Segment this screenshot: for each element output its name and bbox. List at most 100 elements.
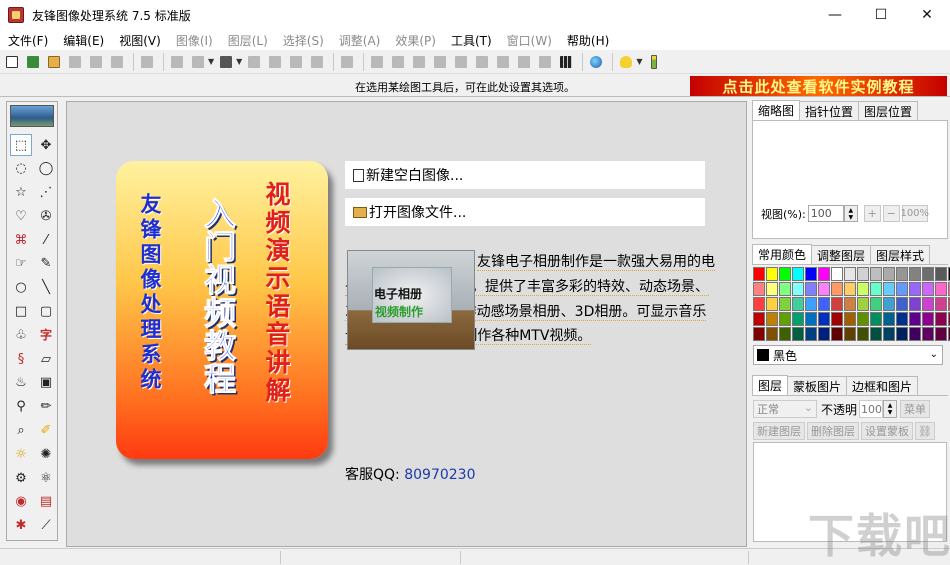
tab-layer-position[interactable]: 图层位置 <box>858 101 919 120</box>
color-swatch[interactable] <box>883 267 895 281</box>
color-swatch[interactable] <box>805 267 817 281</box>
color-swatch[interactable] <box>818 267 830 281</box>
color-swatch[interactable] <box>870 312 882 326</box>
color-swatch[interactable] <box>922 267 934 281</box>
color-swatch[interactable] <box>909 327 921 341</box>
line-icon[interactable]: ╲ <box>35 277 57 299</box>
color-swatch[interactable] <box>883 312 895 326</box>
copy-dropdown-icon[interactable]: ▼ <box>208 57 214 66</box>
color-swatch[interactable] <box>844 327 856 341</box>
sun-light-icon[interactable]: ☼ <box>10 443 32 465</box>
color-swatch[interactable] <box>857 327 869 341</box>
filter-5-icon[interactable] <box>452 53 470 71</box>
color-swatch[interactable] <box>922 312 934 326</box>
color-swatch[interactable] <box>909 297 921 311</box>
save-as-icon[interactable] <box>87 53 105 71</box>
menu-layer[interactable]: 图层(L) <box>224 32 272 49</box>
text-tool-icon[interactable]: 字 <box>35 324 57 346</box>
color-swatch[interactable] <box>935 267 947 281</box>
cut-icon[interactable] <box>168 53 186 71</box>
filter-7-icon[interactable] <box>494 53 512 71</box>
set-mask-button[interactable]: 设置蒙板 <box>861 422 913 440</box>
minimize-button[interactable]: — <box>812 0 858 30</box>
zoom-spinner[interactable]: ▲ ▼ <box>843 205 858 222</box>
tab-cursor-position[interactable]: 指针位置 <box>799 101 860 120</box>
filter-6-icon[interactable] <box>473 53 491 71</box>
color-swatch[interactable] <box>896 312 908 326</box>
color-swatch[interactable] <box>883 282 895 296</box>
color-swatch[interactable] <box>779 312 791 326</box>
color-swatch[interactable] <box>792 327 804 341</box>
eyedropper-icon[interactable]: ⚲ <box>10 396 32 418</box>
filter-2-icon[interactable] <box>389 53 407 71</box>
undo-icon[interactable] <box>338 53 356 71</box>
menu-image[interactable]: 图像(I) <box>172 32 217 49</box>
color-swatch[interactable] <box>896 297 908 311</box>
layer-menu-button[interactable]: 菜单 <box>900 400 931 418</box>
close-button[interactable]: ✕ <box>904 0 950 30</box>
help-icon[interactable] <box>617 53 635 71</box>
ellipse-select-icon[interactable]: ◌ <box>10 158 32 180</box>
effects-icon[interactable] <box>308 53 326 71</box>
rotate-icon[interactable] <box>266 53 284 71</box>
crop-icon[interactable] <box>287 53 305 71</box>
color-swatch[interactable] <box>844 312 856 326</box>
tab-layers[interactable]: 图层 <box>752 375 789 395</box>
color-swatch[interactable] <box>766 282 778 296</box>
gradient-icon[interactable]: ▣ <box>35 372 57 394</box>
filter-4-icon[interactable] <box>431 53 449 71</box>
color-swatch[interactable] <box>766 312 778 326</box>
color-swatch[interactable] <box>922 327 934 341</box>
globe-icon[interactable] <box>587 53 605 71</box>
color-swatch[interactable] <box>857 282 869 296</box>
ruler-icon[interactable]: ⟋ <box>35 515 57 537</box>
color-swatch[interactable] <box>818 282 830 296</box>
link-icon[interactable]: ⛓ <box>915 422 935 440</box>
tutorial-video-card[interactable]: 友锋图像处理系统 入门视频教程 视频演示语音讲解 <box>116 161 328 459</box>
color-swatch[interactable] <box>844 297 856 311</box>
help-dropdown-icon[interactable]: ▼ <box>636 57 642 66</box>
color-swatch[interactable] <box>766 327 778 341</box>
color-swatch[interactable] <box>857 297 869 311</box>
transform-tool-icon[interactable]: ⚙ <box>10 467 32 489</box>
blend-mode-select[interactable]: 正常 <box>753 400 817 418</box>
color-swatch[interactable] <box>753 312 765 326</box>
menu-view[interactable]: 视图(V) <box>115 32 165 49</box>
curve-icon[interactable]: ♧ <box>10 324 32 346</box>
opacity-input[interactable]: 100 <box>859 400 884 418</box>
copy-icon[interactable] <box>189 53 207 71</box>
color-swatch[interactable] <box>935 297 947 311</box>
move-icon[interactable]: ✥ <box>35 134 57 156</box>
color-swatch[interactable] <box>857 312 869 326</box>
tab-border-image[interactable]: 边框和图片 <box>846 376 919 395</box>
color-swatch[interactable] <box>818 297 830 311</box>
color-swatch[interactable] <box>805 282 817 296</box>
tab-common-colors[interactable]: 常用颜色 <box>752 244 813 264</box>
free-select-icon[interactable]: ♡ <box>10 205 32 227</box>
tab-layer-style[interactable]: 图层样式 <box>870 245 931 264</box>
color-swatch[interactable] <box>844 282 856 296</box>
color-swatch[interactable] <box>857 267 869 281</box>
color-swatch[interactable] <box>935 312 947 326</box>
color-swatch[interactable] <box>753 267 765 281</box>
album-product-thumbnail[interactable]: 电子相册 视频制作 <box>347 250 475 350</box>
batch-icon[interactable] <box>108 53 126 71</box>
color-swatch[interactable] <box>805 297 817 311</box>
filter-1-icon[interactable] <box>368 53 386 71</box>
color-swatch[interactable] <box>935 282 947 296</box>
color-swatch[interactable] <box>870 327 882 341</box>
color-swatch[interactable] <box>844 267 856 281</box>
color-swatch[interactable] <box>909 282 921 296</box>
service-qq-number[interactable]: 80970230 <box>404 467 475 483</box>
open-folder-icon[interactable] <box>45 53 63 71</box>
effect-brush-icon[interactable]: ✱ <box>10 515 32 537</box>
menu-adjust[interactable]: 调整(A) <box>335 32 385 49</box>
color-swatch[interactable] <box>818 327 830 341</box>
new-file-icon[interactable] <box>3 53 21 71</box>
scan-icon[interactable] <box>24 53 42 71</box>
color-swatch[interactable] <box>779 267 791 281</box>
canvas-area[interactable]: 友锋图像处理系统 入门视频教程 视频演示语音讲解 新建空白图像... 打开图像文… <box>66 101 747 547</box>
color-swatch[interactable] <box>896 267 908 281</box>
tutorial-banner[interactable]: 点击此处查看软件实例教程 <box>690 76 947 96</box>
color-swatch[interactable] <box>792 297 804 311</box>
